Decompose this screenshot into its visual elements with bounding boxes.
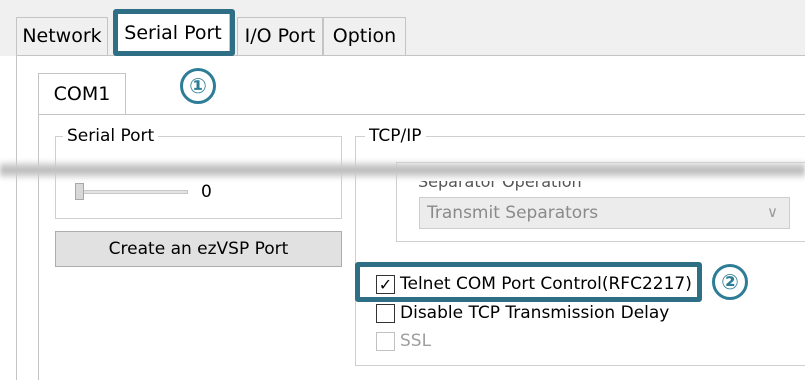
tab-io-port[interactable]: I/O Port — [237, 17, 323, 56]
chevron-down-icon: ∨ — [767, 203, 778, 221]
slider-thumb[interactable] — [75, 183, 84, 200]
telnet-highlight-box — [355, 262, 702, 302]
serial-port-group-title: Serial Port — [63, 126, 159, 146]
disable-tcp-delay-checkbox[interactable] — [376, 304, 395, 323]
step-marker-2: ② — [712, 264, 748, 300]
blurred-region — [0, 160, 805, 180]
tab-highlight-box — [113, 9, 235, 56]
subpage-edge — [38, 114, 39, 380]
tcpip-group-title: TCP/IP — [365, 126, 426, 146]
tab-com1[interactable]: COM1 — [38, 73, 126, 115]
separator-select[interactable]: Transmit Separators — [419, 197, 790, 229]
tab-option[interactable]: Option — [323, 17, 406, 56]
ssl-label: SSL — [400, 331, 432, 351]
slider-value: 0 — [201, 182, 212, 202]
create-ezvsp-port-button[interactable]: Create an ezVSP Port — [55, 231, 342, 267]
subtab-divider — [38, 114, 805, 115]
ssl-checkbox[interactable] — [376, 332, 395, 351]
tab-network[interactable]: Network — [16, 17, 108, 56]
disable-tcp-delay-label: Disable TCP Transmission Delay — [400, 303, 670, 323]
step-marker-1: ① — [180, 68, 216, 104]
slider-track[interactable] — [78, 190, 188, 194]
